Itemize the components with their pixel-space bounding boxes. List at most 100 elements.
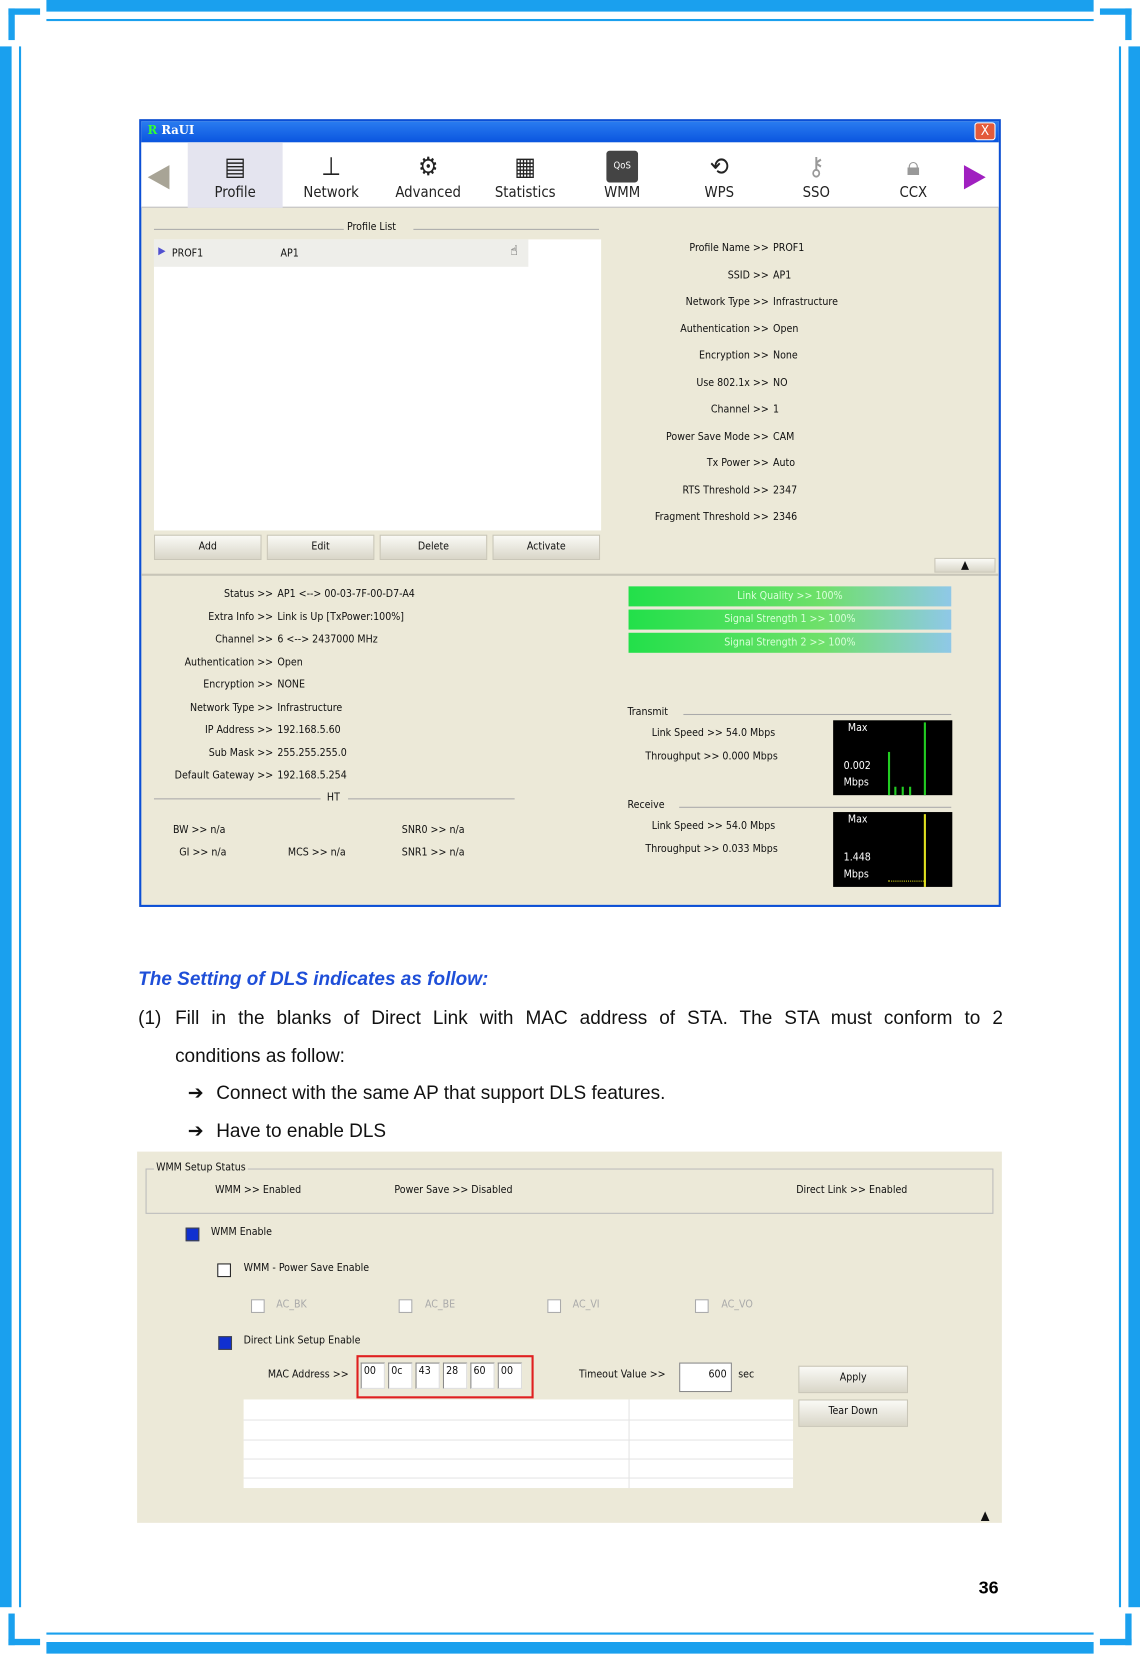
tab-network[interactable]: ⊥ Network (284, 142, 379, 207)
graph-value: 0.002 (843, 760, 871, 772)
detail-label: Fragment Threshold >> (654, 511, 769, 524)
tab-profile[interactable]: ▤ Profile (187, 142, 283, 208)
wmm-status: WMM >> Enabled (215, 1184, 302, 1196)
divider (348, 798, 515, 800)
frame-corner (1099, 8, 1132, 41)
status-label: Network Type >> (189, 701, 274, 714)
page-frame-line (1118, 46, 1122, 1608)
rx-link-speed: Link Speed >> 54.0 Mbps (651, 820, 776, 833)
ht-snr0: SNR0 >> n/a (401, 824, 465, 837)
activate-button[interactable]: Activate (492, 534, 601, 560)
active-arrow-icon: ▶ (158, 245, 166, 258)
list-number: (1) (138, 1007, 162, 1029)
add-button[interactable]: Add (153, 534, 262, 560)
title-bar: R RaUI (141, 121, 999, 143)
back-arrow-icon[interactable]: ◀ (148, 157, 170, 194)
triangle-up-icon[interactable]: ▲ (981, 1508, 990, 1523)
tab-statistics[interactable]: ▦ Statistics (478, 142, 573, 207)
dls-enable-checkbox[interactable] (218, 1336, 233, 1350)
arrow-icon: ➔ (187, 1119, 204, 1142)
ht-title: HT (326, 792, 340, 804)
sso-icon: ⚷ (807, 151, 825, 182)
close-button[interactable]: X (974, 122, 996, 141)
mac-octet-input[interactable]: 00 (360, 1362, 385, 1389)
timeout-unit: sec (738, 1368, 755, 1381)
qos-icon: QoS (606, 150, 639, 183)
divider (413, 228, 600, 230)
delete-button[interactable]: Delete (379, 534, 488, 560)
wmm-panel: WMM Setup Status WMM >> Enabled Power Sa… (137, 1151, 1002, 1523)
wps-icon: ⟲ (709, 151, 729, 182)
ac-bk-checkbox[interactable] (250, 1299, 265, 1313)
checkbox-label: WMM Enable (210, 1226, 273, 1239)
window-title: RaUI (161, 123, 195, 138)
status-label: Default Gateway >> (174, 769, 274, 782)
tab-wmm[interactable]: QoS WMM (575, 142, 670, 207)
ht-gi: GI >> n/a (179, 846, 227, 859)
receive-title: Receive (627, 799, 665, 811)
detail-label: Profile Name >> (689, 242, 769, 255)
signal-strength-2-bar: Signal Strength 2 >> 100% (628, 632, 952, 653)
detail-value: None (773, 350, 798, 362)
page-frame-top (46, 0, 1094, 12)
profile-list-title: Profile List (346, 221, 397, 234)
dls-table[interactable] (243, 1399, 794, 1489)
status-value: NONE (277, 679, 306, 691)
tab-label: Profile (214, 184, 256, 202)
ht-snr1: SNR1 >> n/a (401, 846, 465, 859)
ac-vi-checkbox[interactable] (547, 1299, 562, 1313)
forward-arrow-icon[interactable]: ▶ (964, 157, 986, 194)
detail-value: 2346 (773, 511, 798, 524)
app-logo-icon: R (147, 123, 158, 138)
ac-vo-checkbox[interactable] (694, 1299, 709, 1313)
gears-icon: ⚙ (417, 151, 439, 182)
page-number: 36 (978, 1577, 999, 1598)
tab-label: Statistics (494, 184, 556, 202)
edit-button[interactable]: Edit (266, 534, 375, 560)
tab-wps[interactable]: ⟲ WPS (672, 142, 767, 207)
page-frame-line (46, 1632, 1094, 1635)
mac-address-label: MAC Address >> (267, 1368, 349, 1381)
raui-window: R RaUI X ◀ ▤ Profile ⊥ Network ⚙ Advanced ▦… (139, 119, 1001, 907)
tab-sso[interactable]: ⚷ SSO (769, 142, 864, 207)
wmm-enable-checkbox[interactable] (185, 1227, 200, 1242)
mac-octet-input[interactable]: 28 (442, 1362, 468, 1389)
graph-bar (894, 786, 897, 796)
checkbox-label: WMM - Power Save Enable (243, 1262, 370, 1274)
detail-label: Network Type >> (685, 296, 769, 308)
router-icon: ⊥ (321, 151, 342, 182)
statistics-icon: ▦ (514, 151, 536, 182)
graph-bar (923, 722, 926, 796)
group-title: WMM Setup Status (153, 1162, 248, 1174)
section-heading: The Setting of DLS indicates as follow: (138, 968, 489, 990)
mac-octet-input[interactable]: 43 (415, 1362, 440, 1389)
profile-row[interactable]: ▶ PROF1 AP1 ☝ (153, 239, 529, 267)
status-label: IP Address >> (204, 724, 274, 737)
mac-octet-input[interactable]: 0c (388, 1362, 413, 1389)
status-value: 192.168.5.254 (277, 769, 347, 782)
status-label: Encryption >> (203, 679, 274, 691)
status-label: Sub Mask >> (208, 747, 274, 759)
profile-list[interactable]: ▶ PROF1 AP1 ☝ (153, 239, 602, 531)
mac-octet-input[interactable]: 60 (470, 1362, 495, 1389)
graph-max: Max (847, 722, 868, 735)
apply-button[interactable]: Apply (798, 1365, 909, 1394)
timeout-input[interactable]: 600 (679, 1362, 732, 1393)
list-text: conditions as follow: (175, 1045, 345, 1067)
power-save-status: Power Save >> Disabled (394, 1184, 513, 1196)
tab-advanced[interactable]: ⚙ Advanced (381, 142, 476, 207)
detail-label: Tx Power >> (706, 457, 769, 470)
divider (683, 713, 952, 716)
tab-label: Advanced (395, 184, 461, 202)
graph-unit: Mbps (843, 777, 869, 789)
ac-be-checkbox[interactable] (398, 1299, 413, 1313)
power-save-checkbox[interactable] (217, 1263, 231, 1278)
divider (679, 806, 952, 808)
bullet-text: Connect with the same AP that support DL… (216, 1082, 666, 1104)
divider (141, 573, 999, 576)
collapse-button[interactable]: ▲ (934, 557, 996, 573)
profile-icon: ▤ (224, 151, 246, 182)
mac-octet-input[interactable]: 00 (497, 1362, 523, 1389)
tab-ccx[interactable]: 🔒︎ CCX (866, 142, 961, 207)
tear-down-button[interactable]: Tear Down (798, 1399, 909, 1427)
